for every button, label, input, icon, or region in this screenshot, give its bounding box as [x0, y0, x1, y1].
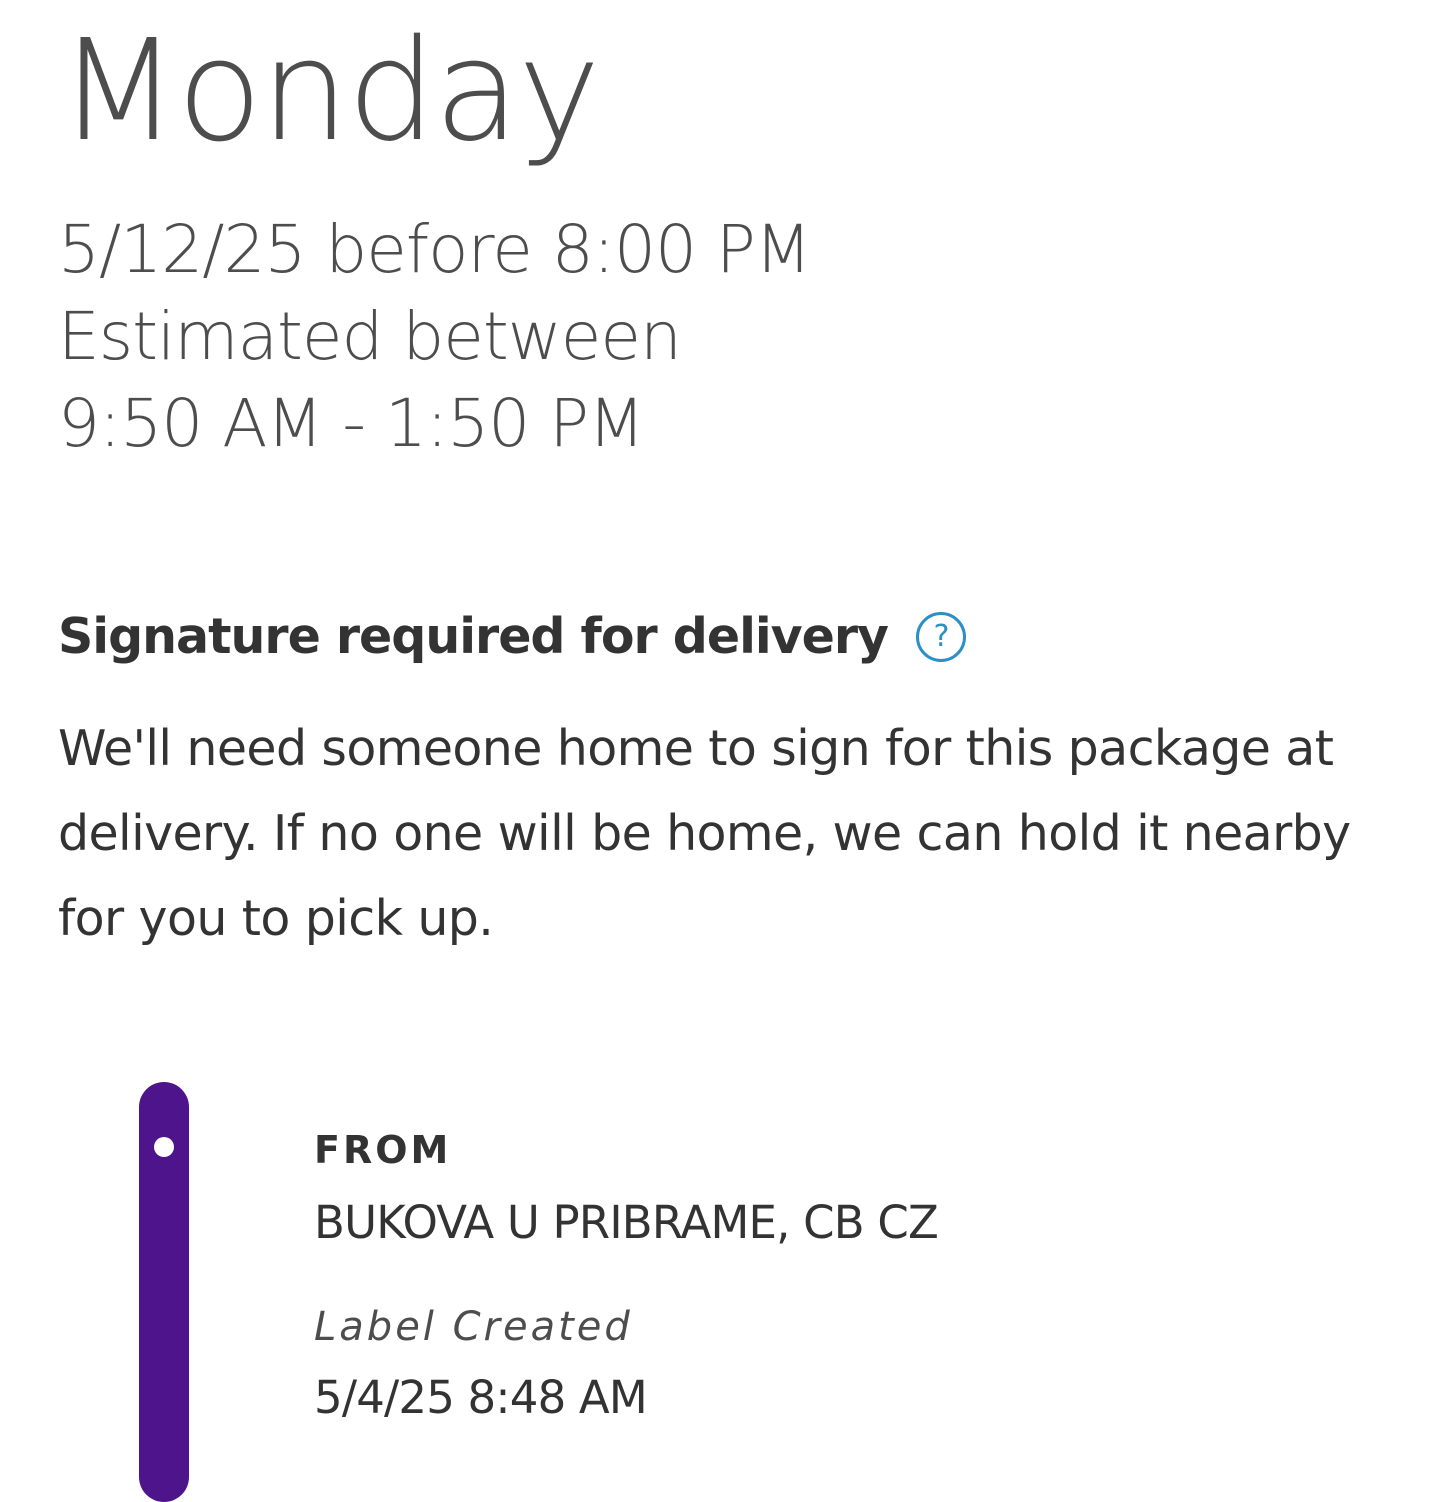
delivery-date-block: 5/12/25 before 8:00 PM Estimated between… — [58, 206, 812, 467]
timeline-dot-icon — [154, 1137, 174, 1157]
from-location: BUKOVA U PRIBRAME, CB CZ — [314, 1196, 939, 1249]
signature-heading-row: Signature required for delivery ? — [58, 608, 966, 665]
estimate-label: Estimated between — [58, 298, 682, 375]
signature-description: We'll need someone home to sign for this… — [58, 720, 1351, 947]
event-time: 5/4/25 8:48 AM — [314, 1371, 648, 1424]
from-label: FROM — [314, 1128, 452, 1172]
help-icon[interactable]: ? — [915, 611, 966, 662]
estimate-window: 9:50 AM - 1:50 PM — [58, 385, 645, 462]
signature-heading: Signature required for delivery — [58, 608, 889, 665]
delivery-day: Monday — [58, 10, 601, 173]
delivery-date-line: 5/12/25 before 8:00 PM — [58, 211, 812, 288]
event-status: Label Created — [314, 1304, 633, 1350]
